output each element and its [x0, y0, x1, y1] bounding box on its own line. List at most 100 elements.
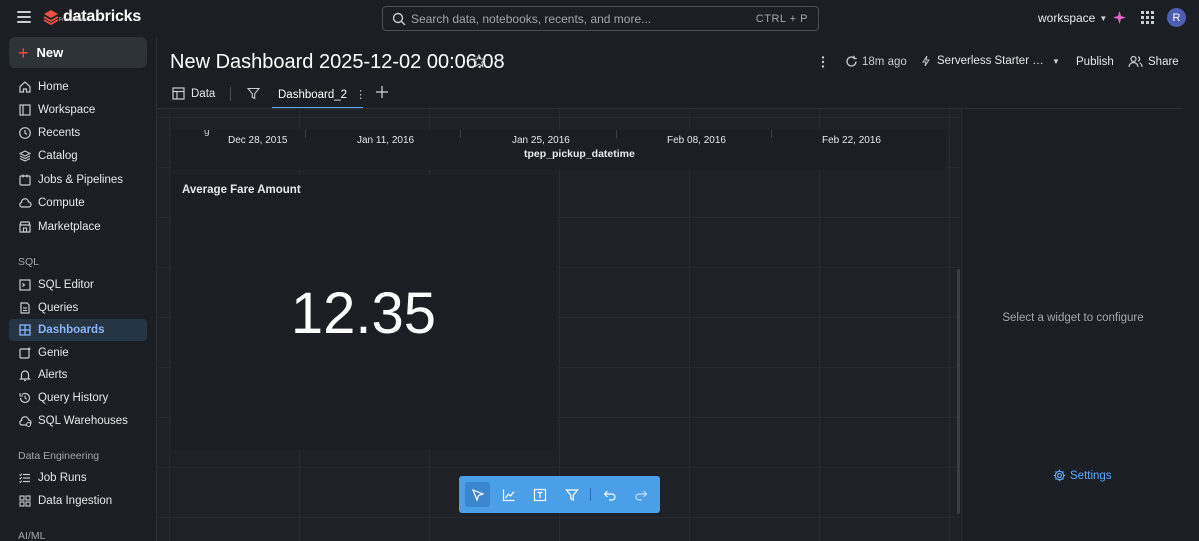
- sidebar-item-marketplace[interactable]: Marketplace: [9, 216, 147, 238]
- sidebar-item-workspace[interactable]: Workspace: [9, 99, 147, 121]
- sidebar-item-data-ingestion[interactable]: Data Ingestion: [9, 490, 147, 512]
- jobs-icon: [19, 174, 31, 186]
- sidebar-item-query-history[interactable]: Query History: [9, 387, 147, 409]
- tab-dashboard-label: Dashboard_2: [278, 89, 348, 101]
- select-tool-button[interactable]: [465, 482, 490, 507]
- avatar[interactable]: R: [1167, 8, 1186, 27]
- dashboard-tabbar: Data Dashboard_2 ⋮: [157, 84, 1183, 109]
- sidebar-item-home[interactable]: Home: [9, 76, 147, 98]
- sidebar-item-catalog[interactable]: Catalog: [9, 145, 147, 167]
- sidebar-section-sql: SQL: [18, 256, 40, 268]
- search-icon: [392, 12, 406, 26]
- chart-gridline: [305, 130, 306, 138]
- sidebar-item-label: Workspace: [38, 104, 96, 116]
- new-button-label: New: [36, 45, 64, 60]
- toolbar-divider: [590, 488, 591, 501]
- chart-gridline: [616, 130, 617, 138]
- warehouse-selector[interactable]: Serverless Starter Warehouse ▼: [921, 55, 1060, 67]
- share-button[interactable]: Share: [1128, 55, 1179, 68]
- chart-x-tick: Feb 22, 2016: [822, 135, 881, 146]
- publish-button[interactable]: Publish: [1076, 56, 1114, 68]
- add-filter-button[interactable]: [559, 482, 584, 507]
- filter-icon[interactable]: [247, 87, 260, 100]
- add-text-button[interactable]: [527, 482, 552, 507]
- apps-grid-icon[interactable]: [1141, 11, 1154, 24]
- cloud-icon: [19, 198, 32, 208]
- workspace-icon: [19, 104, 31, 116]
- tab-dashboard-2[interactable]: Dashboard_2 ⋮: [272, 84, 366, 109]
- refresh-button[interactable]: 18m ago: [845, 55, 907, 68]
- brand-logo[interactable]: databricks: [43, 8, 141, 26]
- counter-widget[interactable]: Average Fare Amount 12.35: [171, 175, 556, 450]
- tab-data-label: Data: [191, 87, 216, 100]
- dashboard-canvas[interactable]: g Dec 28, 2015 Jan 11, 2016 Jan 25, 2016…: [157, 109, 960, 541]
- clock-icon: [19, 127, 31, 139]
- sidebar-item-sql-editor[interactable]: SQL Editor: [9, 274, 147, 296]
- home-icon: [19, 81, 31, 93]
- redo-icon: [634, 490, 647, 501]
- sidebar-item-label: Compute: [38, 197, 85, 209]
- widget-config-panel: Select a widget to configure Settings: [961, 109, 1183, 541]
- sidebar-item-alerts[interactable]: Alerts: [9, 364, 147, 386]
- page-title[interactable]: New Dashboard 2025-12-02 00:06:08: [170, 51, 505, 74]
- add-page-icon[interactable]: [375, 85, 389, 99]
- settings-link[interactable]: Settings: [1053, 469, 1112, 482]
- new-button[interactable]: + New: [9, 37, 147, 68]
- warehouse-label: Serverless Starter Warehouse: [937, 55, 1045, 67]
- sidebar-item-label: Marketplace: [38, 221, 101, 233]
- table-icon: [172, 87, 185, 100]
- sidebar-item-label: Query History: [38, 392, 109, 404]
- tab-more-icon[interactable]: ⋮: [355, 89, 366, 102]
- sidebar-item-queries[interactable]: Queries: [9, 297, 147, 319]
- canvas-toolbar: [459, 476, 660, 513]
- tab-divider: [230, 87, 231, 101]
- search-input[interactable]: [411, 7, 751, 30]
- sidebar-item-label: Recents: [38, 127, 81, 139]
- canvas-scrollbar[interactable]: [957, 269, 960, 514]
- workspace-switcher[interactable]: workspace ▼: [1038, 11, 1107, 25]
- share-users-icon: [1128, 55, 1143, 68]
- plus-icon: +: [18, 42, 29, 63]
- sidebar-item-label: Jobs & Pipelines: [38, 174, 124, 186]
- sidebar-item-recents[interactable]: Recents: [9, 122, 147, 144]
- dashboard-editor: New Dashboard 2025-12-02 00:06:08 18m ag…: [157, 37, 1183, 541]
- chart-gridline: [771, 130, 772, 138]
- sidebar-item-dashboards[interactable]: Dashboards: [9, 319, 147, 341]
- sidebar-item-label: Job Runs: [38, 472, 87, 484]
- job-runs-icon: [19, 473, 30, 484]
- sidebar-item-sql-warehouses[interactable]: SQL Warehouses: [9, 410, 147, 432]
- sidebar-item-label: Home: [38, 81, 69, 93]
- chart-x-axis-label: tpep_pickup_datetime: [524, 148, 635, 160]
- sidebar-item-genie[interactable]: Genie: [9, 342, 147, 364]
- warehouse-icon: [19, 416, 32, 427]
- chart-x-tick: Jan 11, 2016: [357, 135, 415, 146]
- search-shortcut: CTRL + P: [755, 13, 808, 25]
- top-bar: databricks Free Edition CTRL + P workspa…: [0, 0, 1199, 37]
- share-label: Share: [1148, 55, 1179, 68]
- text-box-icon: [533, 488, 546, 501]
- menu-icon[interactable]: [17, 11, 31, 23]
- sidebar-item-label: Queries: [38, 302, 79, 314]
- global-search[interactable]: CTRL + P: [382, 6, 819, 31]
- line-chart-icon: [502, 489, 514, 501]
- tab-data[interactable]: Data: [172, 87, 215, 100]
- marketplace-icon: [19, 221, 31, 233]
- bell-icon: [19, 370, 31, 382]
- history-icon: [19, 392, 31, 404]
- undo-icon: [603, 490, 616, 501]
- queries-icon: [20, 302, 30, 314]
- redo-button[interactable]: [628, 482, 653, 507]
- chart-widget[interactable]: g Dec 28, 2015 Jan 11, 2016 Jan 25, 2016…: [171, 130, 946, 170]
- add-visualization-button[interactable]: [496, 482, 521, 507]
- ingestion-icon: [19, 495, 31, 507]
- sidebar-item-compute[interactable]: Compute: [9, 192, 147, 214]
- workspace-label: workspace: [1038, 11, 1096, 25]
- sidebar-item-label: Alerts: [38, 369, 68, 381]
- undo-button[interactable]: [597, 482, 622, 507]
- star-icon[interactable]: [472, 54, 486, 68]
- more-options-icon[interactable]: [817, 55, 829, 69]
- sidebar-item-jobs-pipelines[interactable]: Jobs & Pipelines: [9, 169, 147, 191]
- assistant-sparkle-icon[interactable]: [1113, 11, 1126, 24]
- sidebar-item-job-runs[interactable]: Job Runs: [9, 467, 147, 489]
- refresh-label: 18m ago: [862, 55, 907, 68]
